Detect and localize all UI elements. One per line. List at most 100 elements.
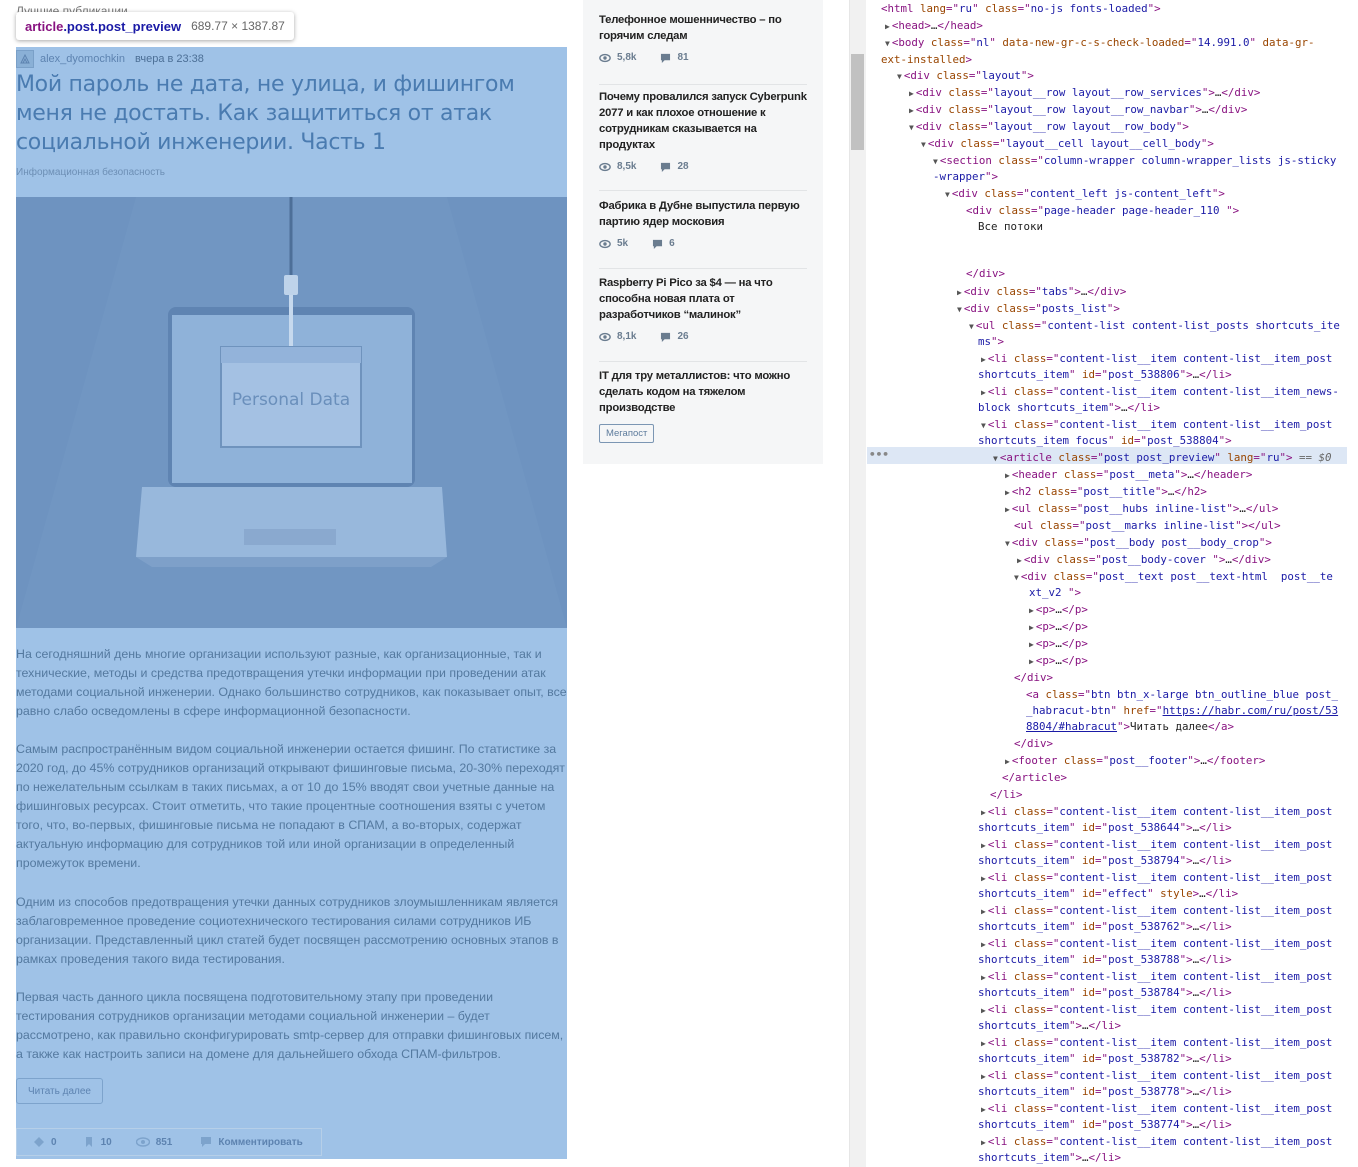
dom-tree-node[interactable]: shortcuts_item" id="post_538774">…</li> xyxy=(978,1116,1232,1133)
sidebar-post-title[interactable]: Фабрика в Дубне выпустила первую партию … xyxy=(599,198,807,230)
tooltip-dimensions: 689.77 × 1387.87 xyxy=(191,19,285,33)
dom-tree-node[interactable]: 8804/#habracut">Читать далее</a> xyxy=(1026,718,1234,735)
sidebar-post[interactable]: Телефонное мошенничество – по горячим сл… xyxy=(599,12,807,63)
dom-tree-node[interactable]: _habracut-btn" href="https://habr.com/ru… xyxy=(1026,702,1338,719)
dom-tree-node[interactable]: block shortcuts_item">…</li> xyxy=(978,399,1160,416)
node-actions-ellipsis[interactable]: ••• xyxy=(869,447,889,462)
dom-tree-node[interactable]: shortcuts_item" id="post_538784">…</li> xyxy=(978,984,1232,1001)
comments-count: 81 xyxy=(677,52,689,63)
sidebar-post-title[interactable]: IT для тру металлистов: что можно сделат… xyxy=(599,368,807,416)
sidebar-post[interactable]: Raspberry Pi Pico за $4 — на что способн… xyxy=(599,275,807,342)
dom-tree-node[interactable]: </div> xyxy=(1014,669,1053,686)
dom-tree-node[interactable]: ▶ <p>…</p> xyxy=(1029,652,1088,670)
sidebar-post[interactable]: IT для тру металлистов: что можно сделат… xyxy=(599,368,807,416)
dom-tree-node[interactable]: shortcuts_item">…</li> xyxy=(978,1149,1121,1166)
post-paragraph: На сегодняшний день многие организации и… xyxy=(16,647,567,718)
dom-tree-node[interactable]: shortcuts_item" id="post_538788">…</li> xyxy=(978,951,1232,968)
expand-triangle-icon: ▶ xyxy=(981,388,986,397)
dom-tree-node[interactable]: ▶ <ul class="post__hubs inline-list">…</u… xyxy=(1005,500,1278,518)
dom-tree-node[interactable]: shortcuts_item" id="post_538644">…</li> xyxy=(978,819,1232,836)
expand-triangle-icon: ▶ xyxy=(1005,488,1010,497)
expand-triangle-icon: ▶ xyxy=(981,973,986,982)
divider xyxy=(599,190,807,191)
dom-tree-node[interactable]: ▼ <div class="layout__cell layout__cell_b… xyxy=(921,135,1214,153)
expand-triangle-icon: ▼ xyxy=(909,123,914,132)
dom-tree-node[interactable]: xt_v2 "> xyxy=(1029,584,1081,601)
comment-button[interactable]: Комментировать xyxy=(200,1136,303,1148)
sidebar-post[interactable]: Фабрика в Дубне выпустила первую партию … xyxy=(599,198,807,249)
eye-icon xyxy=(599,162,611,171)
dom-tree-node[interactable]: shortcuts_item">…</li> xyxy=(978,1017,1121,1034)
megapost-badge[interactable]: Мегапост xyxy=(599,424,655,443)
dom-tree-node[interactable]: shortcuts_item" id="post_538806">…</li> xyxy=(978,366,1232,383)
sidebar-post-title[interactable]: Телефонное мошенничество – по горячим сл… xyxy=(599,12,807,44)
dom-tree-node[interactable]: ▼ <div class="posts_list"> xyxy=(957,300,1120,318)
dom-tree-node[interactable]: ▼ <div class="content_left js-content_lef… xyxy=(945,185,1225,203)
post-footer: 0 10 851 Комментировать xyxy=(16,1128,322,1156)
dom-tree-node[interactable]: </li> xyxy=(990,786,1023,803)
post-hub-link[interactable]: Информационная безопасность xyxy=(16,167,165,178)
expand-triangle-icon: ▼ xyxy=(993,454,998,463)
post-title[interactable]: Мой пароль не дата, не улица, и фишингом… xyxy=(16,70,567,157)
dom-tree-node[interactable]: ▼ <div class="layout"> xyxy=(897,67,1034,85)
sidebar-post-title[interactable]: Raspberry Pi Pico за $4 — на что способн… xyxy=(599,275,807,323)
author-avatar[interactable] xyxy=(16,50,34,68)
dom-tree-node[interactable]: shortcuts_item" id="post_538782">…</li> xyxy=(978,1050,1232,1067)
dom-tree-node[interactable]: ▶ <div class="post__body-cover ">…</div> xyxy=(1017,551,1271,569)
dom-tree-node[interactable]: ms"> xyxy=(978,333,1004,350)
dom-tree-node[interactable]: shortcuts_item" id="effect" style>…</li> xyxy=(978,885,1238,902)
bookmark-button[interactable]: 10 xyxy=(83,1136,112,1148)
post-paragraph: Одним из способов предотвращения утечки … xyxy=(16,895,559,966)
dom-tree-node[interactable]: ▶ <h2 class="post__title">…</h2> xyxy=(1005,483,1207,501)
expand-triangle-icon: ▶ xyxy=(981,940,986,949)
dom-tree-node[interactable]: ▼ <article class="post post_preview" lang… xyxy=(993,449,1331,467)
dom-tree-node[interactable]: -wrapper"> xyxy=(933,168,998,185)
dom-tree-node[interactable]: ▼ <div class="post__body post__body_crop"… xyxy=(1005,534,1272,552)
author-link[interactable]: alex_dyomochkin xyxy=(40,53,125,65)
dom-tree-node[interactable]: <ul class="post__marks inline-list"></ul… xyxy=(1014,517,1281,534)
dom-tree-node[interactable]: <html lang="ru" class="no-js fonts-loade… xyxy=(881,0,1161,17)
dom-tree-node[interactable]: shortcuts_item" id="post_538778">…</li> xyxy=(978,1083,1232,1100)
sidebar-post-stats: 5,8k 81 xyxy=(599,52,807,63)
comment-icon xyxy=(661,162,671,172)
sidebar-post-stats: 5k 6 xyxy=(599,238,807,249)
expand-triangle-icon: ▶ xyxy=(981,355,986,364)
dom-tree-node[interactable]: ▶ <footer class="post__footer">…</footer> xyxy=(1005,752,1265,770)
read-more-button[interactable]: Читать далее xyxy=(16,1078,103,1104)
dom-tree-node[interactable]: ▼ <div class="layout__row layout__row_bod… xyxy=(909,118,1189,136)
dom-tree-node[interactable]: <a class="btn btn_x-large btn_outline_bl… xyxy=(1026,686,1338,703)
dom-tree-node[interactable]: ▶ <header class="post__meta">…</header> xyxy=(1005,466,1252,484)
dom-tree-node[interactable]: shortcuts_item focus" id="post_538804"> xyxy=(978,432,1232,449)
dom-tree-node[interactable]: ▶ <p>…</p> xyxy=(1029,618,1088,636)
dom-tree-node[interactable]: ▼ <body class="nl" data-new-gr-c-s-check-… xyxy=(885,34,1314,52)
dom-tree-node[interactable]: </article> xyxy=(1002,769,1067,786)
dom-tree-node[interactable]: ▶ <div class="tabs">…</div> xyxy=(957,283,1126,301)
comments-count: 26 xyxy=(677,331,689,342)
expand-triangle-icon: ▶ xyxy=(981,1072,986,1081)
scrollbar-thumb[interactable] xyxy=(851,54,864,150)
expand-triangle-icon: ▶ xyxy=(909,89,914,98)
expand-triangle-icon: ▶ xyxy=(981,841,986,850)
dom-tree-node[interactable]: <div class="page-header page-header_110 … xyxy=(966,202,1239,219)
dom-tree-node[interactable]: ▶ <head>…</head> xyxy=(885,17,983,35)
dom-tree-node[interactable]: ▶ <p>…</p> xyxy=(1029,635,1088,653)
cover-text: Personal Data xyxy=(232,390,350,410)
dom-tree-node[interactable]: ▶ <div class="layout__row layout__row_nav… xyxy=(909,101,1247,119)
dom-tree-node[interactable]: ▼ <ul class="content-list content-list_po… xyxy=(969,317,1340,335)
dom-tree-node[interactable]: ▶ <p>…</p> xyxy=(1029,601,1088,619)
vote-counter[interactable]: 0 xyxy=(33,1136,57,1148)
dom-tree-node[interactable]: ext-installed> xyxy=(881,51,972,68)
dom-tree-node[interactable]: shortcuts_item" id="post_538762">…</li> xyxy=(978,918,1232,935)
sidebar-post-title[interactable]: Почему провалился запуск Cyberpunk 2077 … xyxy=(599,89,807,153)
page-scrollbar[interactable] xyxy=(849,0,866,1167)
dom-tree-node[interactable]: </div> xyxy=(1014,735,1053,752)
sidebar-post[interactable]: Почему провалился запуск Cyberpunk 2077 … xyxy=(599,89,807,172)
dom-tree-node[interactable]: </div> xyxy=(966,265,1005,282)
dom-tree-node[interactable]: shortcuts_item" id="post_538794">…</li> xyxy=(978,852,1232,869)
expand-triangle-icon: ▼ xyxy=(921,140,926,149)
views-count: 5k xyxy=(617,238,629,249)
dom-tree-node[interactable]: Все потоки xyxy=(978,218,1043,235)
dom-tree-node[interactable]: ▶ <div class="layout__row layout__row_ser… xyxy=(909,84,1260,102)
views-count: 5,8k xyxy=(617,52,637,63)
inspector-tooltip: article.post.post_preview 689.77 × 1387.… xyxy=(16,12,294,40)
